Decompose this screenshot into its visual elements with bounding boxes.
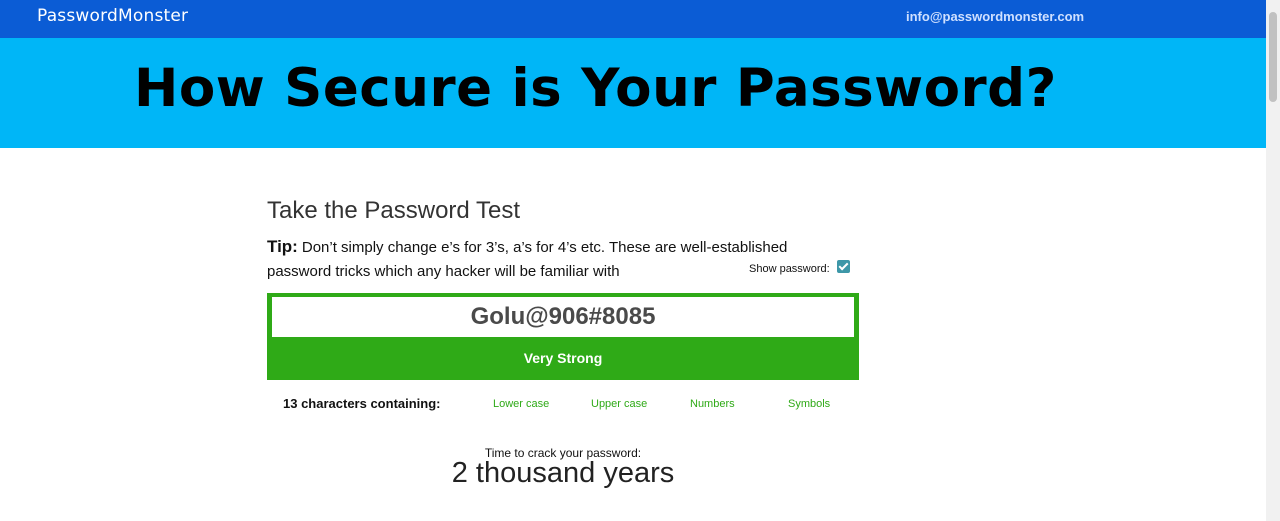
character-count: 13 characters containing: bbox=[283, 396, 441, 411]
password-strength-meter: Very Strong bbox=[267, 293, 859, 380]
crack-time-value: 2 thousand years bbox=[451, 457, 675, 489]
show-password-label: Show password: bbox=[749, 262, 830, 275]
tip-label: Tip: bbox=[267, 237, 298, 256]
show-password-toggle[interactable]: Show password: bbox=[749, 260, 850, 275]
show-password-checkbox[interactable] bbox=[836, 260, 850, 273]
contact-email-link[interactable]: info@passwordmonster.com bbox=[906, 9, 1084, 24]
top-nav-bar: PasswordMonster info@passwordmonster.com bbox=[0, 0, 1266, 38]
page-title: How Secure is Your Password? bbox=[134, 58, 1057, 119]
char-type-numbers: Numbers bbox=[690, 398, 735, 410]
char-type-upper-case: Upper case bbox=[591, 398, 648, 410]
site-logo[interactable]: PasswordMonster bbox=[37, 6, 188, 26]
hero-banner: How Secure is Your Password? bbox=[0, 38, 1266, 148]
scrollbar-thumb[interactable] bbox=[1269, 12, 1277, 102]
tip-text-block: Tip: Don’t simply change e’s for 3’s, a’s… bbox=[267, 235, 827, 284]
section-title: Take the Password Test bbox=[267, 197, 521, 224]
tip-text: Don’t simply change e’s for 3’s, a’s for… bbox=[267, 239, 788, 280]
char-type-symbols: Symbols bbox=[788, 398, 831, 410]
strength-label: Very Strong bbox=[523, 350, 603, 366]
char-type-lower-case: Lower case bbox=[493, 398, 550, 410]
password-input[interactable] bbox=[272, 297, 854, 337]
